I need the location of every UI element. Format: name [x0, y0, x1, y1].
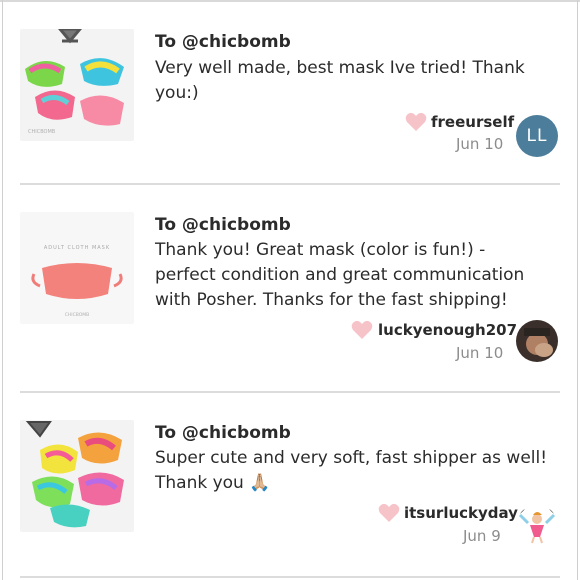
avatar[interactable]: LL	[516, 115, 558, 157]
listing-thumbnail[interactable]: CHICBOMB	[20, 29, 134, 141]
avatar[interactable]	[516, 320, 558, 362]
review-text: Thank you! Great mask (color is fun!) - …	[155, 240, 525, 310]
right-border	[577, 0, 578, 580]
heart-icon	[405, 112, 427, 131]
listing-thumbnail[interactable]	[20, 420, 134, 532]
review-divider	[20, 391, 560, 393]
reviewer-username[interactable]: itsurluckyday	[404, 504, 518, 522]
review-recipient: To @chicbomb	[155, 32, 291, 52]
review-text: Very well made, best mask Ive tried! Tha…	[155, 58, 525, 103]
left-border	[2, 0, 3, 580]
review-recipient: To @chicbomb	[155, 215, 291, 235]
review-date: Jun 10	[456, 344, 504, 362]
avatar-initials: LL	[526, 126, 548, 146]
review-text: Super cute and very soft, fast shipper a…	[155, 448, 548, 493]
svg-text:CHICBOMB: CHICBOMB	[28, 129, 56, 135]
review-date: Jun 10	[456, 135, 504, 153]
listing-thumbnail[interactable]: ADULT CLOTH MASK CHICBOMB	[20, 212, 134, 324]
reviewer-username[interactable]: freeurself	[431, 113, 514, 131]
avatar[interactable]	[516, 505, 558, 547]
review-date: Jun 9	[463, 527, 501, 545]
review-recipient: To @chicbomb	[155, 423, 291, 443]
svg-text:CHICBOMB: CHICBOMB	[65, 312, 90, 318]
svg-text:ADULT CLOTH MASK: ADULT CLOTH MASK	[44, 245, 110, 251]
top-divider	[0, 0, 580, 2]
reviewer-username[interactable]: luckyenough207	[378, 321, 517, 339]
heart-icon	[378, 503, 400, 522]
review-divider	[20, 183, 560, 185]
review-divider	[20, 576, 560, 578]
heart-icon	[351, 320, 373, 339]
